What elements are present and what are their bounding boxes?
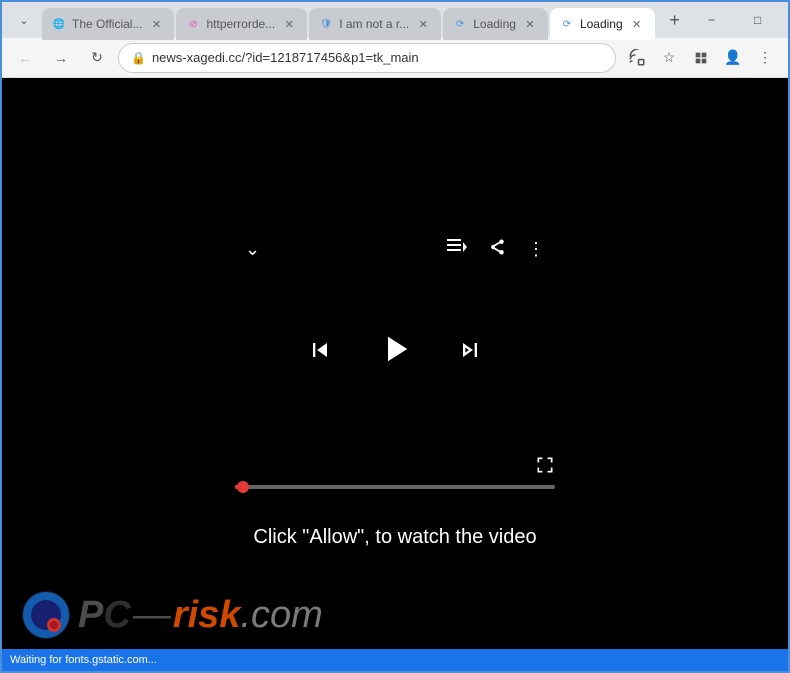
status-text: Waiting for fonts.gstatic.com... bbox=[10, 654, 157, 666]
player-prev-button[interactable] bbox=[306, 336, 334, 371]
nav-right-icons: ☆ 👤 ⋮ bbox=[622, 43, 780, 73]
player-center-controls bbox=[306, 328, 484, 379]
back-button[interactable]: ← bbox=[10, 43, 40, 73]
player-progress-area bbox=[235, 485, 555, 489]
tab-scroll-area: ⌄ bbox=[10, 6, 38, 34]
title-bar: ⌄ 🌐 The Official... ✕ ⊘ httperrorde... ✕… bbox=[2, 2, 788, 38]
tab3-favicon: 🛡 bbox=[319, 17, 333, 31]
tabs-container: 🌐 The Official... ✕ ⊘ httperrorde... ✕ 🛡… bbox=[42, 4, 689, 36]
tab2-label: httperrorde... bbox=[206, 17, 275, 31]
forward-button[interactable]: → bbox=[46, 43, 76, 73]
player-queue-icon[interactable] bbox=[447, 239, 467, 260]
navigation-bar: ← → ↻ 🔒 news-xagedi.cc/?id=1218717456&p1… bbox=[2, 38, 788, 78]
browser-tab-1[interactable]: 🌐 The Official... ✕ bbox=[42, 8, 174, 40]
bookmark-button[interactable]: ☆ bbox=[654, 43, 684, 73]
address-bar[interactable]: 🔒 news-xagedi.cc/?id=1218717456&p1=tk_ma… bbox=[118, 43, 616, 73]
browser-tab-5[interactable]: ⟳ Loading ✕ bbox=[550, 8, 655, 40]
new-tab-button[interactable]: + bbox=[661, 6, 689, 34]
minimize-button[interactable]: − bbox=[689, 2, 735, 38]
content-area: ⌄ ⋮ bbox=[2, 78, 788, 649]
player-share-icon[interactable] bbox=[487, 238, 507, 261]
browser-frame: ⌄ 🌐 The Official... ✕ ⊘ httperrorde... ✕… bbox=[0, 0, 790, 673]
player-progress-dot bbox=[237, 481, 249, 493]
profile-button[interactable]: 👤 bbox=[718, 43, 748, 73]
tab1-label: The Official... bbox=[72, 17, 142, 31]
address-text: news-xagedi.cc/?id=1218717456&p1=tk_main bbox=[152, 50, 603, 65]
player-top-controls: ⌄ ⋮ bbox=[235, 238, 555, 261]
browser-tab-3[interactable]: 🛡 I am not a r... ✕ bbox=[309, 8, 441, 40]
extension-button[interactable] bbox=[686, 43, 716, 73]
tab2-favicon: ⊘ bbox=[186, 17, 200, 31]
tab3-label: I am not a r... bbox=[339, 17, 409, 31]
status-bar: Waiting for fonts.gstatic.com... bbox=[2, 649, 788, 671]
menu-button[interactable]: ⋮ bbox=[750, 43, 780, 73]
watermark-separator: — bbox=[133, 594, 171, 637]
player-more-icon[interactable]: ⋮ bbox=[527, 239, 545, 260]
tab1-close[interactable]: ✕ bbox=[148, 16, 164, 32]
tab4-label: Loading bbox=[473, 17, 516, 31]
player-next-button[interactable] bbox=[456, 336, 484, 371]
cast-button[interactable] bbox=[622, 43, 652, 73]
tab5-label: Loading bbox=[580, 17, 623, 31]
watermark-risk: risk bbox=[173, 594, 241, 637]
watermark-text-area: P C — risk .com bbox=[78, 594, 323, 637]
tab5-favicon: ⟳ bbox=[560, 17, 574, 31]
tab5-close[interactable]: ✕ bbox=[629, 16, 645, 32]
browser-tab-2[interactable]: ⊘ httperrorde... ✕ bbox=[176, 8, 307, 40]
player-chevron-down-icon[interactable]: ⌄ bbox=[245, 239, 260, 260]
browser-tab-4[interactable]: ⟳ Loading ✕ bbox=[443, 8, 548, 40]
tab4-favicon: ⟳ bbox=[453, 17, 467, 31]
click-allow-text: Click "Allow", to watch the video bbox=[253, 526, 536, 549]
tab-scroll-chevron[interactable]: ⌄ bbox=[10, 6, 38, 34]
player-progress-bar[interactable] bbox=[235, 485, 555, 489]
tab3-close[interactable]: ✕ bbox=[415, 16, 431, 32]
watermark: P C — risk .com bbox=[22, 591, 323, 639]
video-player[interactable]: ⌄ ⋮ bbox=[2, 78, 788, 649]
watermark-c: C bbox=[103, 594, 130, 637]
window-controls: − □ ✕ bbox=[689, 2, 790, 38]
tab2-close[interactable]: ✕ bbox=[281, 16, 297, 32]
pcrisk-logo bbox=[22, 591, 70, 639]
maximize-button[interactable]: □ bbox=[735, 2, 781, 38]
tab1-favicon: 🌐 bbox=[52, 17, 66, 31]
watermark-com: .com bbox=[240, 594, 322, 637]
lock-icon: 🔒 bbox=[131, 51, 146, 65]
tab4-close[interactable]: ✕ bbox=[522, 16, 538, 32]
reload-button[interactable]: ↻ bbox=[82, 43, 112, 73]
close-button[interactable]: ✕ bbox=[781, 2, 790, 38]
player-right-icons: ⋮ bbox=[447, 238, 545, 261]
player-fullscreen-button[interactable] bbox=[535, 455, 555, 480]
player-play-button[interactable] bbox=[374, 328, 416, 379]
watermark-p: P bbox=[78, 594, 103, 637]
